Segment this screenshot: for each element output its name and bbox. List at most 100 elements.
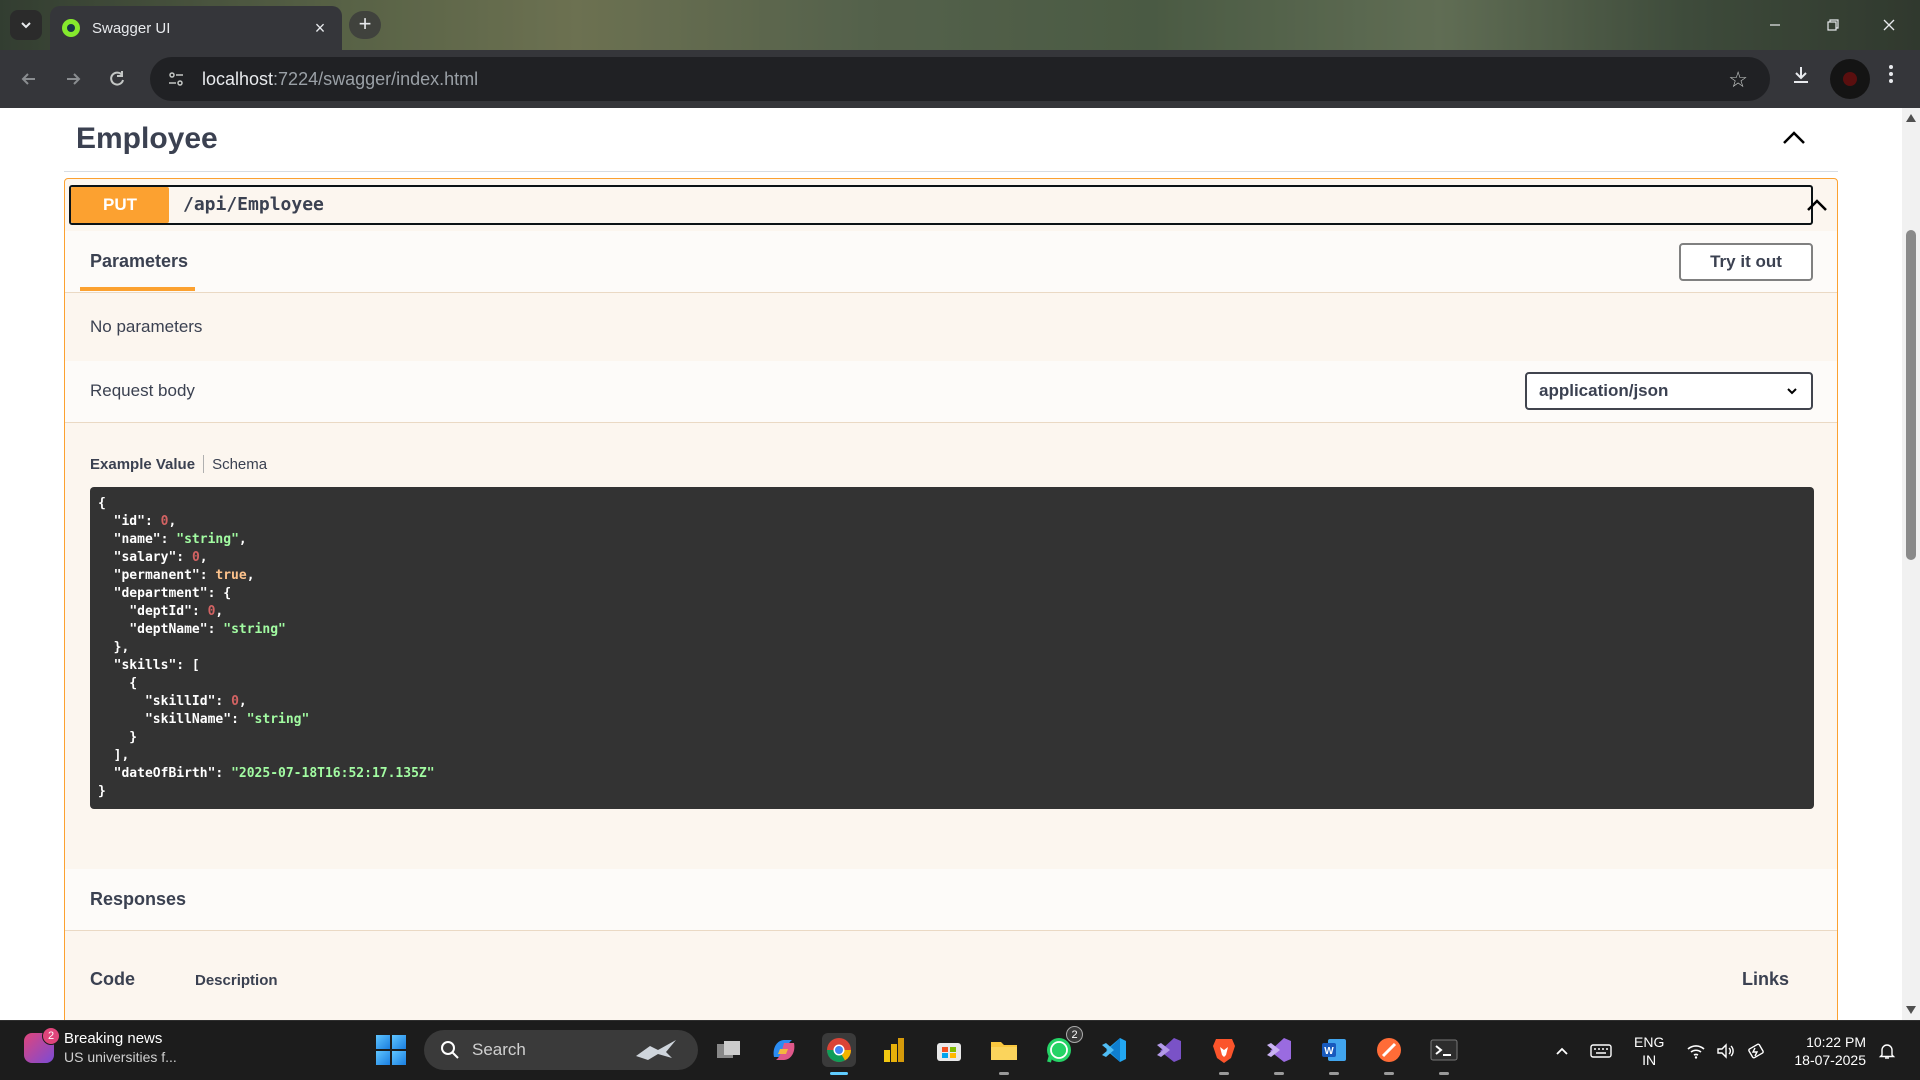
tab-schema[interactable]: Schema — [212, 456, 267, 473]
tag-section-header[interactable]: Employee — [64, 108, 1838, 172]
arrow-right-icon — [67, 73, 81, 85]
wifi-icon[interactable] — [1686, 1021, 1706, 1080]
volume-icon[interactable] — [1716, 1021, 1736, 1080]
parameters-header: Parameters Try it out — [65, 231, 1837, 293]
notifications-bell-icon[interactable] — [1878, 1021, 1896, 1080]
visual-studio-preview-icon[interactable] — [1262, 1033, 1296, 1075]
tab-title: Swagger UI — [92, 19, 171, 37]
more-menu-icon[interactable] — [1888, 64, 1894, 90]
responses-code-column-header: Code — [90, 969, 135, 989]
news-badge: 2 — [42, 1027, 60, 1045]
site-info-icon[interactable] — [164, 67, 188, 91]
close-tab-icon[interactable]: × — [310, 18, 330, 39]
word-icon[interactable]: W — [1317, 1033, 1351, 1075]
whatsapp-icon[interactable]: 2 — [1042, 1026, 1083, 1067]
chrome-icon[interactable] — [822, 1033, 856, 1075]
no-parameters-text: No parameters — [90, 317, 203, 336]
battery-charging-icon[interactable] — [1746, 1021, 1766, 1080]
news-title: Breaking news — [64, 1030, 163, 1047]
http-method-badge: PUT — [71, 187, 169, 223]
code-line: } — [98, 730, 138, 745]
endpoint-path: /api/Employee — [183, 194, 324, 215]
code-line: "name": "string", — [113, 532, 247, 547]
code-line: } — [98, 784, 106, 799]
windows-taskbar: 2 Breaking news US universities f... Sea… — [0, 1020, 1920, 1080]
scrollbar-thumb[interactable] — [1906, 230, 1916, 560]
minimize-button[interactable] — [1752, 8, 1798, 42]
vscode-icon[interactable] — [1097, 1033, 1131, 1067]
system-clock[interactable]: 10:22 PM 18-07-2025 — [1786, 1033, 1866, 1069]
search-highlight-bird-icon — [636, 1040, 676, 1060]
code-line: { — [98, 496, 106, 511]
tab-search-button[interactable] — [10, 10, 42, 40]
browser-tab-active[interactable]: Swagger UI × — [50, 6, 342, 50]
profile-avatar[interactable] — [1830, 59, 1870, 99]
power-bi-icon[interactable] — [877, 1033, 911, 1067]
taskbar-search[interactable]: Search — [424, 1030, 698, 1070]
close-window-button[interactable] — [1866, 8, 1912, 42]
responses-description-column-header: Description — [195, 972, 278, 989]
back-button[interactable] — [14, 64, 44, 94]
microsoft-store-icon[interactable] — [932, 1033, 966, 1067]
code-line: "salary": 0, — [113, 550, 208, 565]
tab-parameters[interactable]: Parameters — [90, 251, 188, 272]
new-tab-button[interactable]: + — [349, 11, 381, 39]
forward-button[interactable] — [58, 64, 88, 94]
close-icon — [1883, 19, 1895, 31]
section-title: Employee — [76, 122, 218, 155]
downloads-icon[interactable] — [1790, 64, 1812, 92]
tab-example-value[interactable]: Example Value — [90, 456, 195, 473]
example-value-code-block[interactable]: { "id": 0, "name": "string", "salary": 0… — [90, 487, 1814, 809]
request-body-header: Request body application/json — [65, 361, 1837, 423]
content-type-value: application/json — [1539, 381, 1669, 400]
reload-icon — [110, 71, 124, 86]
page-scrollbar[interactable] — [1902, 108, 1920, 1020]
restore-icon — [1827, 19, 1839, 31]
clock-date: 18-07-2025 — [1794, 1052, 1866, 1068]
news-widget[interactable]: 2 Breaking news US universities f... — [24, 1027, 177, 1067]
scroll-down-arrow-icon[interactable] — [1906, 1006, 1916, 1014]
url-text[interactable]: localhost:7224/swagger/index.html — [202, 69, 478, 90]
chevron-up-icon[interactable] — [1778, 122, 1810, 154]
visual-studio-icon[interactable] — [1152, 1033, 1186, 1067]
browser-titlebar: Swagger UI × + — [0, 0, 1920, 50]
copilot-icon[interactable] — [767, 1033, 801, 1067]
svg-text:W: W — [1324, 1046, 1334, 1057]
code-line: "permanent": true, — [113, 568, 255, 583]
bookmark-star-icon[interactable]: ☆ — [1728, 67, 1748, 93]
minimize-icon — [1770, 24, 1780, 26]
tab-divider — [203, 455, 205, 473]
widgets-icon: 2 — [24, 1027, 60, 1063]
code-line: }, — [98, 640, 130, 655]
keyboard-icon[interactable] — [1590, 1021, 1612, 1080]
put-operation-block: PUT /api/Employee Parameters Try it out … — [64, 178, 1838, 1020]
code-line: "dateOfBirth": "2025-07-18T16:52:17.135Z… — [113, 766, 435, 781]
terminal-icon[interactable] — [1427, 1033, 1461, 1075]
code-line: "id": 0, — [113, 514, 177, 529]
address-bar[interactable]: localhost:7224/swagger/index.html ☆ — [150, 57, 1770, 101]
restore-button[interactable] — [1810, 8, 1856, 42]
language-indicator[interactable]: ENG IN — [1634, 1033, 1664, 1069]
code-line: "deptName": "string" — [129, 622, 286, 637]
try-it-out-button[interactable]: Try it out — [1679, 243, 1813, 281]
start-button[interactable] — [376, 1035, 406, 1065]
scroll-up-arrow-icon[interactable] — [1906, 114, 1916, 122]
responses-title: Responses — [90, 889, 187, 909]
operation-collapse-chevron-icon[interactable] — [1803, 191, 1831, 219]
code-line: ], — [98, 748, 130, 763]
task-view-icon[interactable] — [712, 1033, 746, 1067]
chevron-down-icon — [21, 22, 31, 29]
show-hidden-icons-chevron-icon[interactable] — [1554, 1021, 1570, 1080]
code-line: "skillId": 0, — [144, 694, 247, 709]
example-schema-tabs: Example Value Schema — [90, 455, 267, 473]
search-icon — [441, 1041, 459, 1059]
whatsapp-badge: 2 — [1066, 1026, 1083, 1043]
reload-button[interactable] — [102, 64, 132, 94]
brave-icon[interactable] — [1207, 1033, 1241, 1075]
browser-toolbar: localhost:7224/swagger/index.html ☆ — [0, 50, 1920, 108]
file-explorer-icon[interactable] — [987, 1033, 1021, 1075]
content-type-select[interactable]: application/json — [1525, 372, 1813, 410]
arrow-left-icon — [21, 73, 35, 85]
operation-summary[interactable]: PUT /api/Employee — [69, 185, 1813, 225]
postman-icon[interactable] — [1372, 1033, 1406, 1075]
